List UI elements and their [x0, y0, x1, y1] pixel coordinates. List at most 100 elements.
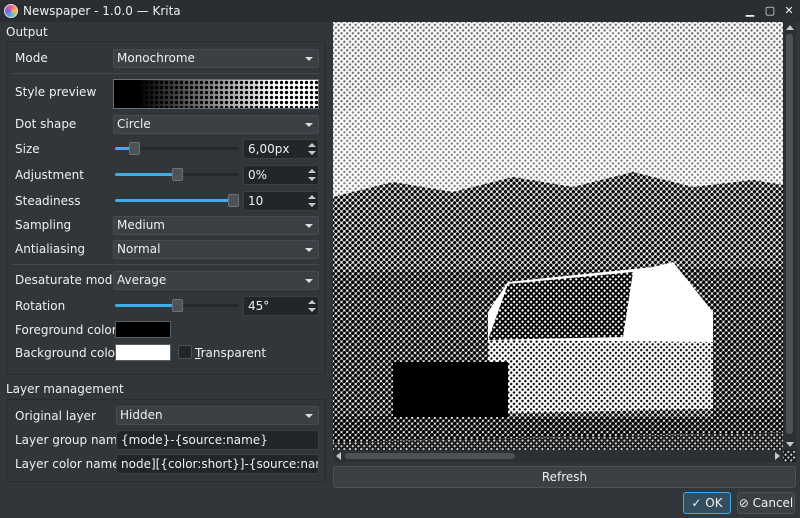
spin-down-icon[interactable]	[308, 151, 316, 155]
close-icon[interactable]: ✕	[781, 3, 797, 19]
antialiasing-value: Normal	[117, 242, 161, 256]
scroll-down-icon[interactable]	[786, 442, 794, 447]
adjustment-spinbox[interactable]: 0%	[243, 165, 319, 185]
refresh-label: Refresh	[541, 470, 588, 484]
divider	[12, 264, 320, 265]
slider-handle[interactable]	[171, 168, 183, 181]
scroll-left-icon[interactable]	[336, 452, 341, 460]
antialiasing-label: Antialiasing	[15, 242, 86, 256]
dot-shape-value: Circle	[117, 117, 151, 131]
slider-handle[interactable]	[128, 142, 140, 155]
adjustment-slider[interactable]	[115, 165, 239, 184]
background-color-button[interactable]	[115, 344, 171, 361]
original-layer-value: Hidden	[120, 408, 163, 422]
rotation-label: Rotation	[15, 299, 66, 313]
halftone-preview-image	[333, 22, 796, 462]
desaturate-mode-select[interactable]: Average	[113, 271, 319, 290]
background-color-label: Background color	[15, 346, 120, 360]
transparent-checkbox[interactable]	[178, 345, 192, 359]
sampling-select[interactable]: Medium	[113, 216, 319, 235]
spin-buttons[interactable]	[306, 192, 318, 210]
dot-shape-label: Dot shape	[15, 117, 77, 131]
title-bar: Newspaper - 1.0.0 — Krita ▁ ▢ ✕	[0, 0, 800, 22]
slider-fill	[115, 199, 233, 202]
cancel-icon: ⊘	[738, 496, 749, 510]
transparent-label[interactable]: Transparent	[195, 346, 266, 360]
chevron-down-icon	[305, 414, 313, 418]
krita-app-icon	[4, 4, 18, 18]
style-preview-label: Style preview	[15, 85, 97, 99]
barn-wall	[488, 340, 713, 417]
chevron-down-icon	[305, 224, 313, 228]
preview-horizontal-scrollbar[interactable]	[333, 450, 783, 462]
ok-label: OK	[705, 496, 723, 510]
original-layer-label: Original layer	[15, 409, 96, 423]
layer-color-name-label: Layer color name	[15, 457, 120, 471]
refresh-button[interactable]: Refresh	[333, 466, 796, 488]
spin-up-icon[interactable]	[308, 195, 316, 199]
adjustment-label: Adjustment	[15, 168, 84, 182]
scrollbar-thumb[interactable]	[345, 453, 515, 459]
slider-handle[interactable]	[228, 194, 239, 207]
rotation-slider[interactable]	[115, 296, 239, 315]
ok-button[interactable]: ✓ OK	[683, 492, 731, 514]
scroll-up-icon[interactable]	[786, 25, 794, 30]
spin-buttons[interactable]	[306, 166, 318, 184]
cancel-label: Cancel	[752, 496, 794, 510]
sampling-label: Sampling	[15, 218, 72, 232]
slider-fill	[115, 173, 177, 176]
chevron-down-icon	[305, 123, 313, 127]
dot-shape-select[interactable]: Circle	[113, 115, 319, 134]
steadiness-spinbox[interactable]: 10	[243, 191, 319, 211]
antialiasing-select[interactable]: Normal	[113, 240, 319, 259]
rotation-value: 45°	[248, 299, 270, 313]
spin-up-icon[interactable]	[308, 300, 316, 304]
output-section-title: Output	[6, 25, 48, 39]
chevron-down-icon	[305, 57, 313, 61]
size-spinbox[interactable]: 6,00px	[243, 139, 319, 159]
divider	[12, 73, 320, 74]
minimize-icon[interactable]: ▁	[742, 3, 758, 19]
layer-color-name-input[interactable]: node][{color:short}]-{source:name}	[116, 454, 319, 474]
mode-select[interactable]: Monochrome	[113, 49, 319, 68]
maximize-icon[interactable]: ▢	[762, 3, 778, 19]
chevron-down-icon	[305, 279, 313, 283]
window-title: Newspaper - 1.0.0 — Krita	[23, 4, 181, 18]
preview-vertical-scrollbar[interactable]	[783, 22, 796, 450]
spin-up-icon[interactable]	[308, 169, 316, 173]
chevron-down-icon	[305, 248, 313, 252]
steadiness-slider[interactable]	[115, 191, 239, 210]
mode-label: Mode	[15, 51, 48, 65]
spin-up-icon[interactable]	[308, 143, 316, 147]
layer-management-title: Layer management	[6, 382, 124, 396]
rotation-spinbox[interactable]: 45°	[243, 296, 319, 316]
desaturate-mode-label: Desaturate mode	[15, 273, 120, 287]
style-preview-swatch	[113, 79, 319, 109]
slider-handle[interactable]	[171, 299, 183, 312]
adjustment-value: 0%	[248, 168, 268, 182]
size-label: Size	[15, 142, 40, 156]
barn-shed-dark	[393, 362, 508, 417]
halftone-preview-svg	[333, 22, 796, 462]
size-slider[interactable]	[115, 139, 239, 158]
original-layer-select[interactable]: Hidden	[116, 406, 319, 425]
spin-buttons[interactable]	[306, 297, 318, 315]
foreground-color-button[interactable]	[115, 321, 171, 338]
spin-down-icon[interactable]	[308, 308, 316, 312]
transparent-label-text: ransparent	[200, 346, 267, 360]
layer-group-name-input[interactable]: {mode}-{source:name}	[116, 430, 319, 450]
spin-down-icon[interactable]	[308, 177, 316, 181]
scroll-right-icon[interactable]	[775, 452, 780, 460]
foreground-color-label: Foreground color	[15, 323, 117, 337]
steadiness-label: Steadiness	[15, 194, 81, 208]
layer-group-name-label: Layer group name	[15, 433, 125, 447]
spin-down-icon[interactable]	[308, 203, 316, 207]
mode-value: Monochrome	[117, 51, 195, 65]
desaturate-mode-value: Average	[117, 273, 167, 287]
steadiness-value: 10	[248, 194, 264, 208]
cancel-button[interactable]: ⊘ Cancel	[737, 492, 795, 514]
size-value: 6,00px	[248, 142, 290, 156]
sampling-value: Medium	[117, 218, 165, 232]
scrollbar-thumb[interactable]	[786, 34, 793, 434]
spin-buttons[interactable]	[306, 140, 318, 158]
